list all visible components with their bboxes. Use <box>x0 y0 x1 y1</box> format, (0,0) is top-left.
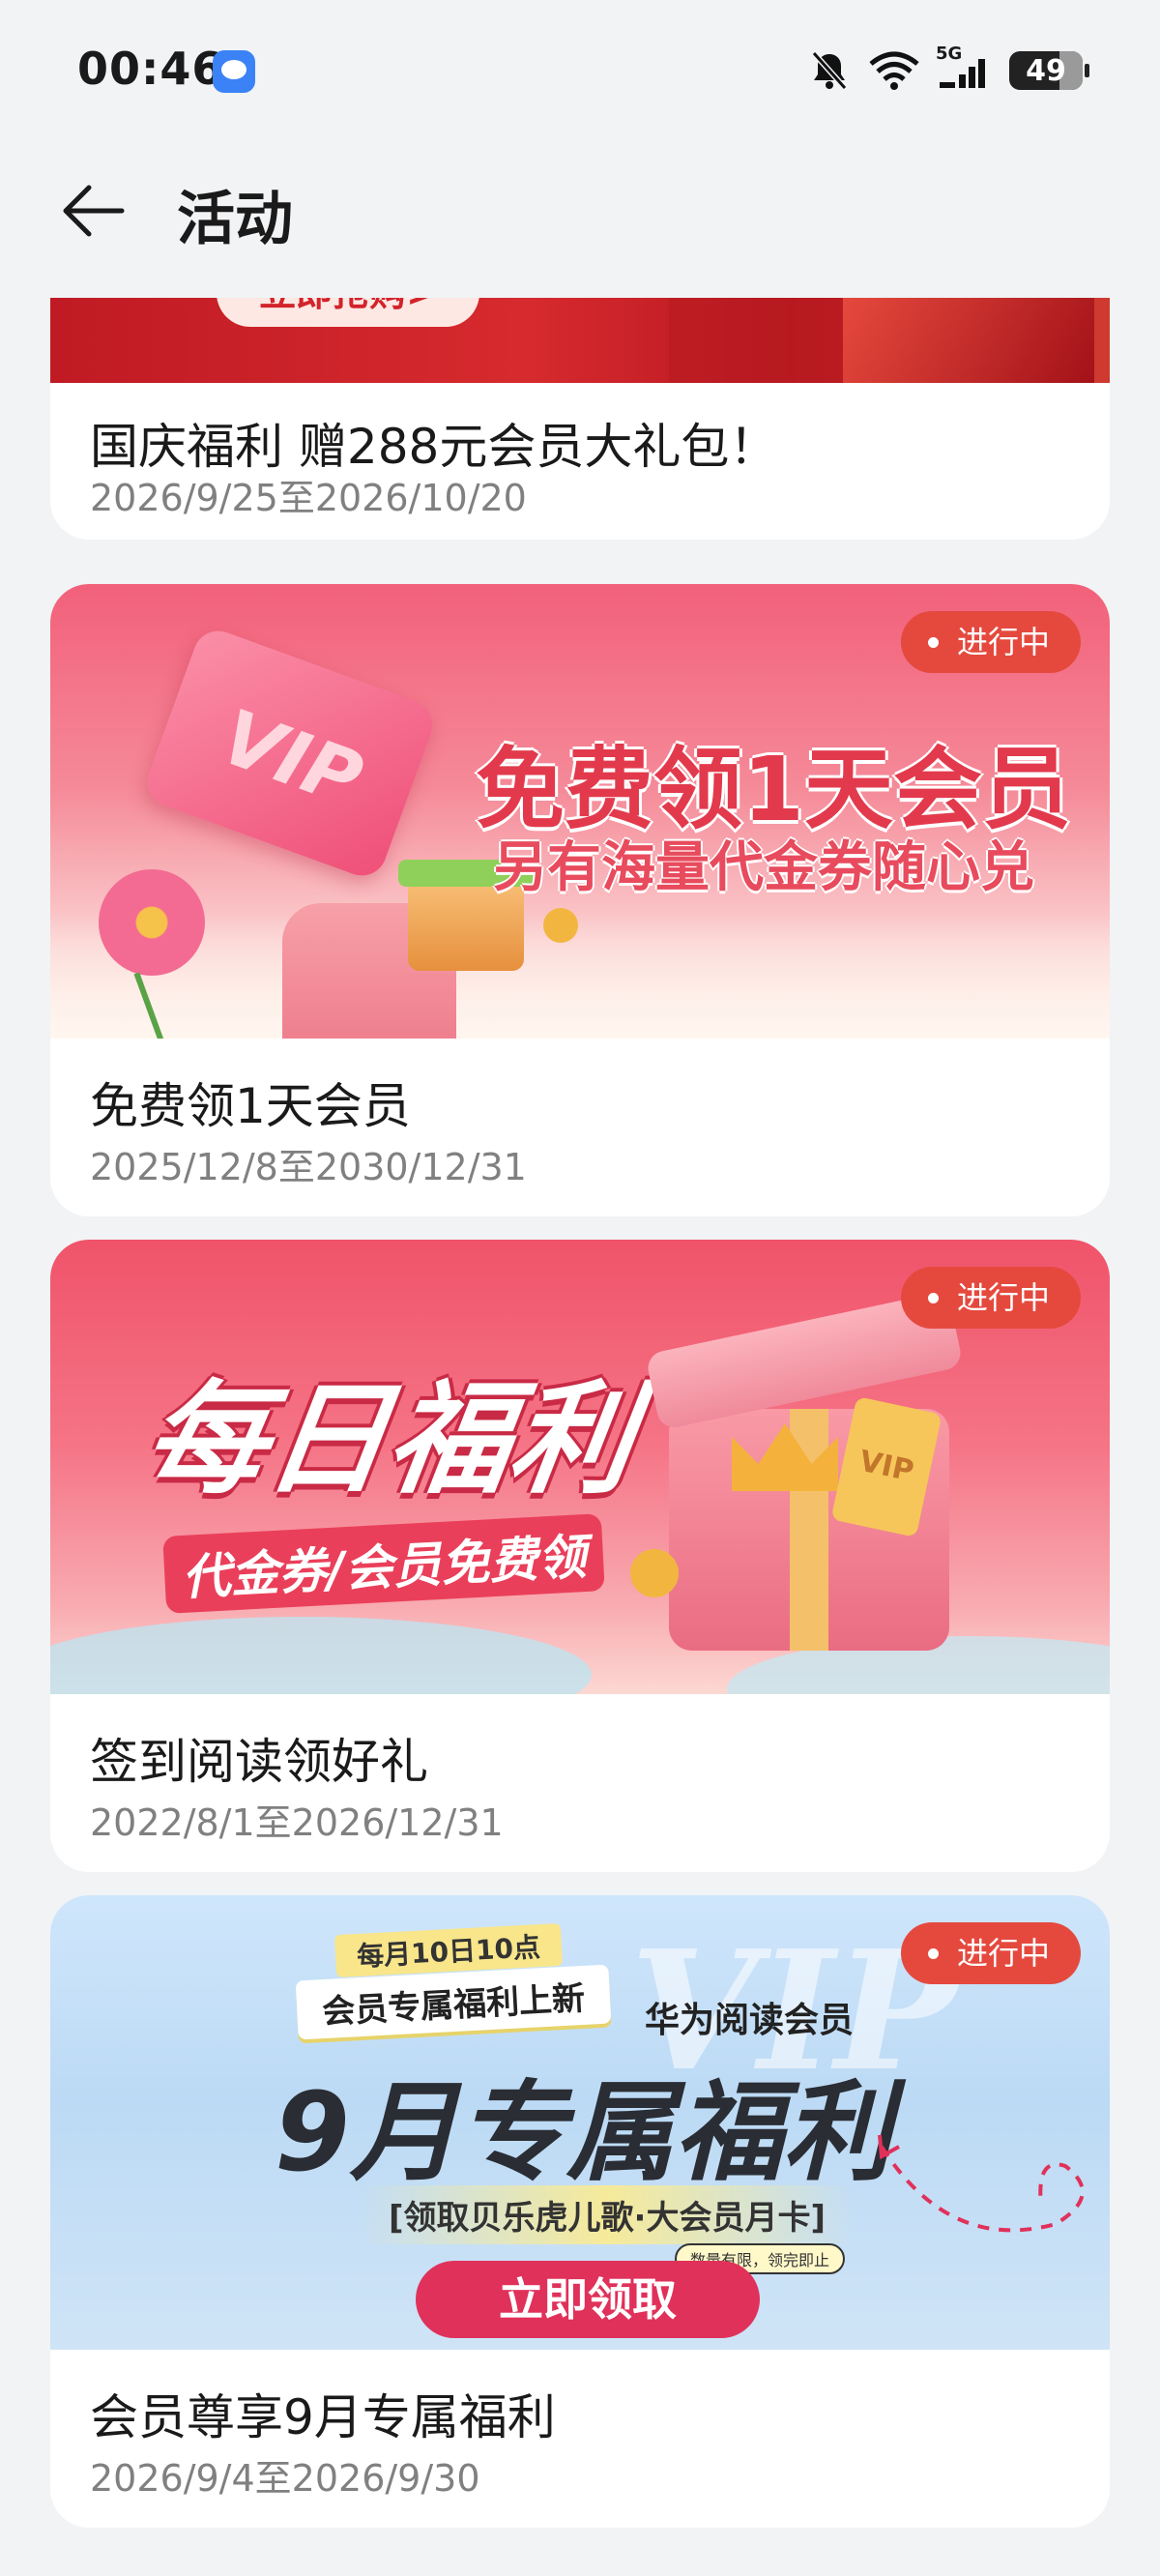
activity-date: 2022/8/1至2026/12/31 <box>90 1801 504 1844</box>
arrow-left-icon <box>63 185 125 237</box>
banner-headline: 9月专属福利 <box>275 2070 891 2196</box>
battery-level: 49 <box>1026 53 1066 88</box>
activity-card[interactable]: 每日福利 代金券/会员免费领 VIP 进行中 签到阅读领好礼 2022/8/1至… <box>50 1240 1110 1872</box>
banner-headline: 每日福利 <box>135 1368 643 1510</box>
status-icons: 5G 49 <box>808 44 1089 95</box>
network-type: 5G <box>936 44 963 64</box>
signal-icon: 5G <box>936 44 992 92</box>
activity-card[interactable]: VIP 免费领1天会员 另有海量代金券随心兑 进行中 免费领1天会员 2025/… <box>50 584 1110 1216</box>
activity-banner: 立即抢购> <box>50 298 1110 383</box>
app-header: 活动 <box>0 145 1160 290</box>
banner-offer: [领取贝乐虎儿歌·大会员月卡] <box>360 2185 855 2244</box>
status-badge: 进行中 <box>900 611 1081 673</box>
banner-subline: 另有海量代金券随心兑 <box>493 836 1034 899</box>
activity-date: 2026/9/25至2026/10/20 <box>90 477 527 519</box>
banner-brand: 华为阅读会员 <box>645 2001 855 2040</box>
status-bar: 00:46 5G 49 <box>0 0 1160 145</box>
activity-title: 免费领1天会员 <box>90 1078 411 1134</box>
status-badge: 进行中 <box>900 1922 1081 1984</box>
banner-subline: 代金券/会员免费领 <box>162 1513 606 1614</box>
activity-card[interactable]: VIP 每月10日10点 会员专属福利上新 华为阅读会员 9月专属福利 [领取贝… <box>50 1895 1110 2528</box>
activity-title: 签到阅读领好礼 <box>90 1734 428 1790</box>
activity-title: 会员尊享9月专属福利 <box>90 2389 556 2445</box>
flower-icon <box>99 869 205 976</box>
dashed-arrow-icon <box>878 2134 1085 2233</box>
battery-icon: 49 <box>1009 51 1089 90</box>
coin-icon <box>543 908 578 943</box>
banner-claim-button: 立即领取 <box>416 2261 760 2338</box>
coin-icon <box>630 1549 679 1597</box>
activity-card[interactable]: 立即抢购> 国庆福利 赠288元会员大礼包！ 2026/9/25至2026/10… <box>50 298 1110 540</box>
activity-list: 立即抢购> 国庆福利 赠288元会员大礼包！ 2026/9/25至2026/10… <box>0 298 1160 2576</box>
activity-date: 2026/9/4至2026/9/30 <box>90 2457 480 2500</box>
wifi-icon <box>868 49 920 92</box>
activity-date: 2025/12/8至2030/12/31 <box>90 1146 527 1188</box>
status-badge: 进行中 <box>900 1267 1081 1329</box>
page-title: 活动 <box>177 186 293 253</box>
message-notification-icon <box>213 50 255 93</box>
banner-button: 立即抢购> <box>217 298 479 327</box>
vip-card-illustration: VIP <box>140 624 440 883</box>
back-button[interactable] <box>48 167 135 254</box>
bell-muted-icon <box>808 49 851 92</box>
clock: 00:46 <box>77 43 224 95</box>
